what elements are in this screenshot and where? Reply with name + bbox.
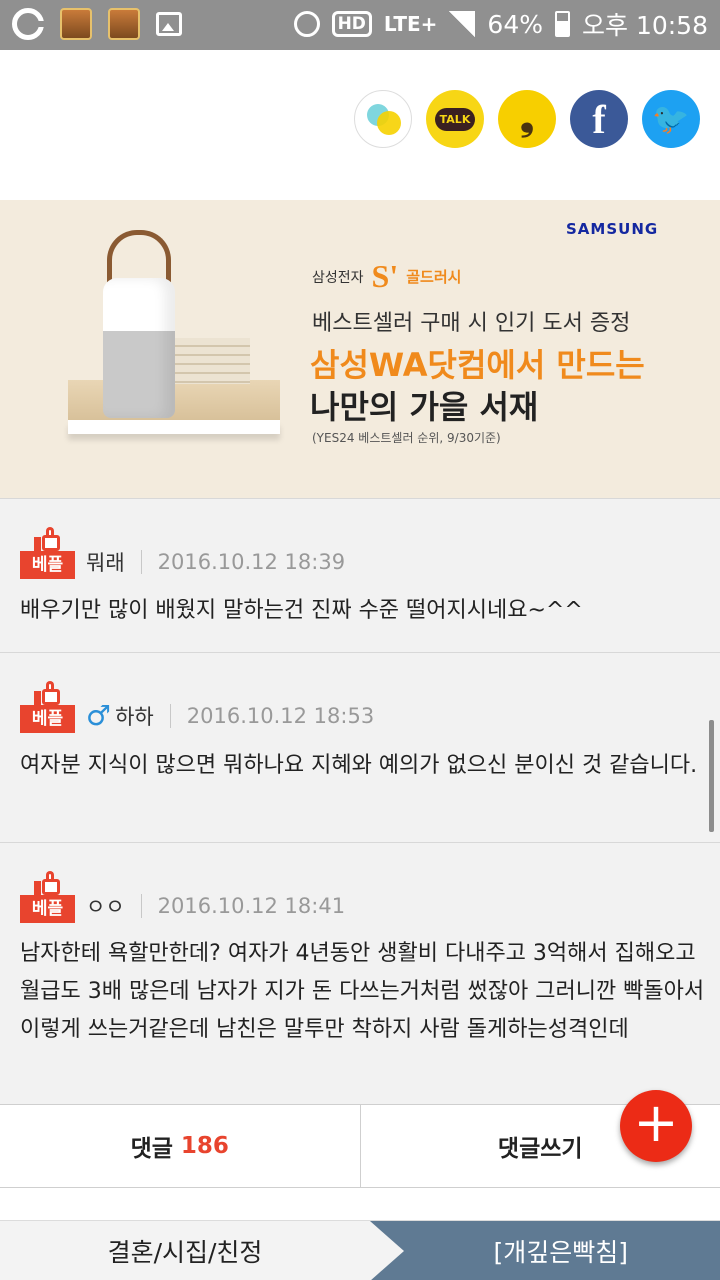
plus-icon[interactable]: + <box>620 1090 692 1162</box>
comment-date: 2016.10.12 18:39 <box>157 550 346 574</box>
app-notification-icon <box>60 8 92 40</box>
alarm-icon <box>293 11 320 37</box>
thumbs-up-icon <box>34 681 62 705</box>
category-bar: 결혼/시집/친정 [개깊은빡침] <box>0 1220 720 1280</box>
image-icon <box>156 12 182 36</box>
comment-author[interactable]: ㅇㅇ <box>86 891 125 921</box>
comment-text: 배우기만 많이 배웠지 말하는건 진짜 수준 떨어지시네요~^^ <box>20 598 583 623</box>
signal-icon <box>449 11 476 37</box>
clock: 오후 10:58 <box>582 11 708 40</box>
lte-icon: LTE+ <box>383 12 438 36</box>
share-twitter-button[interactable]: 🐦 <box>642 90 700 148</box>
comment-author[interactable]: 하하 <box>115 701 154 731</box>
twitter-icon: 🐦 <box>652 101 690 137</box>
comment-item: 베플 ㅇㅇ 2016.10.12 18:41 남자한테 욕할만한데? 여자가 4… <box>0 842 720 1104</box>
kakaotalk-icon: TALK <box>434 107 476 131</box>
share-facebook-button[interactable]: f <box>570 90 628 148</box>
samsung-logo: SAMSUNG <box>566 220 659 238</box>
share-band-button[interactable] <box>354 90 412 148</box>
comment-author[interactable]: 뭐래 <box>86 547 125 577</box>
ad-subtitle: 베스트셀러 구매 시 인기 도서 증정 <box>312 311 631 336</box>
comment-count: 186 <box>180 1133 229 1159</box>
battery-percent: 64% <box>487 9 543 39</box>
status-bar: HD LTE+ 64% 오후 10:58 <box>0 0 720 50</box>
comment-text: 남자한테 욕할만한데? 여자가 4년동안 생활비 다내주고 3억해서 집해오고 … <box>20 941 705 1042</box>
divider <box>169 703 171 728</box>
comment-item: 베플 뭐래 2016.10.12 18:39 배우기만 많이 배웠지 말하는건 … <box>0 498 720 652</box>
divider <box>140 894 142 918</box>
ad-note: (YES24 베스트셀러 순위, 9/30기준) <box>312 431 501 445</box>
divider <box>140 550 142 574</box>
carrier-icon <box>12 8 45 40</box>
share-bar: TALK ❟ f 🐦 <box>354 90 700 148</box>
category-link[interactable]: 결혼/시집/친정 <box>0 1221 370 1280</box>
share-kakaotalk-button[interactable]: TALK <box>426 90 484 148</box>
comments-button[interactable]: 댓글 186 <box>0 1105 360 1187</box>
comment-date: 2016.10.12 18:53 <box>186 703 375 728</box>
hd-voice-icon: HD <box>331 11 372 37</box>
ad-brand: 삼성전자 S' 골드러시 <box>312 258 462 294</box>
thumbs-up-icon <box>34 527 62 551</box>
breadcrumb-arrow-icon <box>370 1221 404 1280</box>
battery-icon <box>555 11 570 37</box>
kakaostory-icon: ❟ <box>519 98 535 139</box>
share-kakaostory-button[interactable]: ❟ <box>498 90 556 148</box>
scrollbar[interactable] <box>709 720 714 832</box>
comment-item: 베플 ♂ 하하 2016.10.12 18:53 여자분 지식이 많으면 뭐하나… <box>0 652 720 842</box>
app-notification-icon <box>108 8 140 40</box>
thumbs-up-icon <box>34 871 62 895</box>
ad-headline-2: 나만의 가을 서재 <box>310 388 539 426</box>
ad-banner[interactable]: SAMSUNG 삼성전자 S' 골드러시 베스트셀러 구매 시 인기 도서 증정… <box>0 200 720 498</box>
ad-headline: 삼성WA닷컴에서 만드는 <box>310 346 645 384</box>
male-icon: ♂ <box>86 699 112 732</box>
best-comments-list: 베플 뭐래 2016.10.12 18:39 배우기만 많이 배웠지 말하는건 … <box>0 498 720 1104</box>
subcategory-link[interactable]: [개깊은빡침] <box>370 1221 720 1280</box>
facebook-icon: f <box>592 96 606 142</box>
comment-date: 2016.10.12 18:41 <box>157 894 346 918</box>
ad-speaker-image <box>103 278 175 418</box>
comment-text: 여자분 지식이 많으면 뭐하나요 지혜와 예의가 없으신 분이신 것 같습니다. <box>20 753 698 778</box>
comment-action-bar: 댓글 186 댓글쓰기 <box>0 1104 720 1188</box>
s-logo: S' <box>371 258 399 294</box>
